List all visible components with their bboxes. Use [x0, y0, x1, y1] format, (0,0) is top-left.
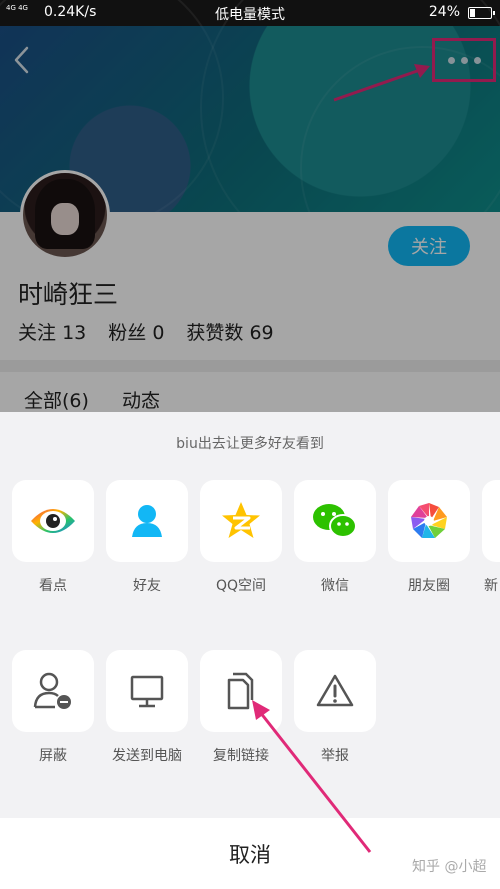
share-moments-label: 朋友圈	[408, 578, 450, 594]
monitor-icon	[130, 675, 164, 708]
send-to-pc-label: 发送到电脑	[112, 748, 182, 764]
share-wechat-label: 微信	[321, 578, 349, 594]
share-more-partial-label: 新	[484, 578, 498, 594]
moments-aperture-icon	[411, 503, 447, 538]
block-label: 屏蔽	[39, 748, 67, 764]
share-sheet-title: biu出去让更多好友看到	[176, 436, 324, 452]
share-moments-button[interactable]	[388, 480, 470, 562]
annotation-arrow-icon	[252, 700, 372, 853]
person-icon	[132, 505, 162, 537]
share-qzone-button[interactable]	[200, 480, 282, 562]
block-button[interactable]	[12, 650, 94, 732]
dim-overlay[interactable]	[0, 26, 500, 412]
share-friend-label: 好友	[133, 578, 161, 594]
share-qzone-label: QQ空间	[215, 578, 267, 594]
block-user-icon	[33, 672, 71, 709]
qzone-star-icon	[222, 502, 260, 538]
share-kandian-button[interactable]	[12, 480, 94, 562]
share-kandian-label: 看点	[39, 578, 67, 594]
share-more-partial-button[interactable]	[482, 480, 500, 562]
share-wechat-button[interactable]	[294, 480, 376, 562]
share-friend-button[interactable]	[106, 480, 188, 562]
watermark: 知乎 @小超	[412, 859, 487, 875]
send-to-pc-button[interactable]	[106, 650, 188, 732]
eye-icon	[31, 509, 75, 533]
wechat-icon	[313, 504, 357, 538]
